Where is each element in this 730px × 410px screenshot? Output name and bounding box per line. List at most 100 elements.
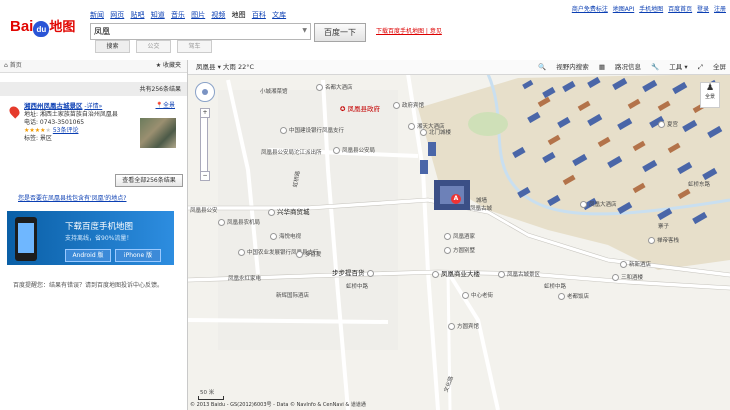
zoom-slider[interactable]: + − <box>200 108 210 181</box>
map-label[interactable]: 名都大酒店 <box>316 83 353 91</box>
map-label[interactable]: 中国建设银行凤凰支行 <box>280 126 344 134</box>
link-register[interactable]: 注册 <box>714 6 726 13</box>
map-canvas[interactable]: 凤凰县 ▾ 大雨 22°C 🔍 视野内搜索 ▦ 路况信息 🔧 工具 ▾ ⤢ 全屏… <box>188 60 730 410</box>
fullscreen-button[interactable]: ⤢ 全屏 <box>698 63 726 71</box>
search-suggestion-link[interactable]: 您是否要在凤凰县找包含有'凤凰'的地点? <box>18 193 126 202</box>
nav-tieba[interactable]: 贴吧 <box>130 11 144 19</box>
favorites-link[interactable]: ★ 收藏夹 <box>156 60 181 72</box>
map-label[interactable]: 凤凰古城 <box>470 204 492 212</box>
home-label: 首页 <box>9 62 22 69</box>
map-label-county-government[interactable]: ✪ 凤凰县政府 <box>340 103 380 113</box>
map-label-road: 虹桥中路 <box>544 284 567 290</box>
top-right-links: 商户免费标注 地图API 手机地图 百度首页 登录 注册 <box>569 4 726 13</box>
map-label[interactable]: 三和酒楼 <box>612 273 643 281</box>
nav-images[interactable]: 图片 <box>191 11 205 19</box>
map-label[interactable]: 兴华商贸城 <box>268 206 310 216</box>
map-copyright[interactable]: © 2013 Baidu - GS(2012)6003号 - Data © Na… <box>190 401 366 408</box>
map-label[interactable]: 政府宾馆 <box>393 101 424 109</box>
link-baidu-home[interactable]: 百度首页 <box>668 6 692 13</box>
pan-control[interactable] <box>195 82 215 102</box>
map-label[interactable]: 凤凰县公安局 <box>333 146 375 154</box>
zoom-in-button[interactable]: + <box>200 108 210 118</box>
map-label-road: 虹桥东路 <box>688 182 711 188</box>
nav-wenku[interactable]: 文库 <box>272 11 286 19</box>
poi-panorama-link[interactable]: 📍全景 <box>156 102 176 110</box>
banner-subtitle: 支持离线，省90%流量！ <box>65 235 133 242</box>
map-label[interactable]: 小城湘菜馆 <box>260 87 288 95</box>
map-label[interactable]: 凤凰县公安 <box>190 206 218 214</box>
map-label[interactable]: 寨子 <box>658 222 669 230</box>
map-label[interactable]: 新辉国际酒店 <box>276 291 309 299</box>
map-label[interactable]: 新新酒店 <box>620 260 651 268</box>
search-box: ▼ <box>90 23 311 40</box>
map-label[interactable]: 城墙 <box>476 196 487 204</box>
map-label[interactable]: 步步提百货 <box>332 267 376 277</box>
home-link[interactable]: ⌂ 首页 <box>4 62 22 69</box>
city-weather[interactable]: 凤凰县 ▾ 大雨 22°C <box>196 60 254 74</box>
map-label[interactable]: 老都饭店 <box>558 292 589 300</box>
view-all-results-button[interactable]: 查看全部256条结果 <box>115 174 183 187</box>
map-label[interactable]: 凤凰县农机局 <box>218 218 260 226</box>
search-in-view-label: 视野内搜索 <box>556 63 589 71</box>
poi-comments-link[interactable]: 53条评论 <box>53 127 79 134</box>
tab-search[interactable]: 搜索 <box>95 40 130 53</box>
map-label[interactable]: 凤凰永红家电 <box>228 274 261 282</box>
nav-zhidao[interactable]: 知道 <box>151 11 165 19</box>
iphone-download-button[interactable]: iPhone 版 <box>115 249 161 262</box>
map-label[interactable]: 禅帝客栈 <box>648 236 679 244</box>
zoom-out-button[interactable]: − <box>200 171 210 181</box>
map-label[interactable]: 北门城楼 <box>420 128 451 136</box>
map-label[interactable]: 夏宫 <box>658 120 678 128</box>
baidu-map-logo[interactable]: Bai du 地图 <box>10 16 90 42</box>
traffic-button[interactable]: ▦ 路况信息 <box>599 63 641 71</box>
android-download-button[interactable]: Android 版 <box>65 249 111 262</box>
favorites-label: 收藏夹 <box>162 62 181 69</box>
search-dropdown-icon[interactable]: ▼ <box>302 27 307 34</box>
panorama-label: 全景 <box>162 102 175 109</box>
product-nav: 新闻 网页 贴吧 知道 音乐 图片 视频 地图 百科 文库 <box>90 10 290 20</box>
tab-transit[interactable]: 公交 <box>136 40 171 53</box>
tab-drive[interactable]: 驾车 <box>177 40 212 53</box>
tools-label: 工具 ▾ <box>669 63 688 71</box>
search-in-view-button[interactable]: 🔍 视野内搜索 <box>538 63 589 71</box>
download-feedback-links[interactable]: 下载百度手机地图 | 意见 <box>376 26 442 35</box>
map-label[interactable]: 凤凰县公安局沱江派出所 <box>261 148 322 156</box>
map-label[interactable]: 多喜爱 <box>296 250 322 258</box>
link-login[interactable]: 登录 <box>697 6 709 13</box>
result-a-marker[interactable]: A <box>451 194 461 204</box>
map-label[interactable]: 方圆别墅 <box>444 246 475 254</box>
tools-button[interactable]: 🔧 工具 ▾ <box>651 63 688 71</box>
panorama-button[interactable]: ♟ 全景 <box>700 82 720 108</box>
logo-bai: Bai <box>10 18 34 35</box>
nav-news[interactable]: 新闻 <box>90 11 104 19</box>
nav-web[interactable]: 网页 <box>110 11 124 19</box>
scale-label: 50 米 <box>200 390 215 396</box>
mobile-app-banner[interactable]: 下载百度手机地图 支持离线，省90%流量！ Android 版 iPhone 版 <box>7 211 174 265</box>
nav-music[interactable]: 音乐 <box>171 11 185 19</box>
search-button[interactable]: 百度一下 <box>314 23 366 42</box>
nav-baike[interactable]: 百科 <box>252 11 266 19</box>
search-input[interactable] <box>91 24 297 39</box>
link-merchant-mark[interactable]: 商户免费标注 <box>572 6 608 13</box>
poi-photo[interactable] <box>140 118 176 148</box>
park-area <box>468 112 508 136</box>
map-label[interactable]: 凤凰大酒店 <box>580 200 617 208</box>
feedback-tip: 百度提醒您：结果有错误？请到百度地图投诉中心反馈。 <box>13 282 164 289</box>
poi-title[interactable]: 湘西州凤凰古城景区 <box>24 102 83 110</box>
map-label[interactable]: 凤凰古城景区 <box>498 270 540 278</box>
link-map-api[interactable]: 地图API <box>613 6 635 13</box>
map-label[interactable]: 中心老街 <box>462 291 493 299</box>
map-label[interactable]: 方圆宾馆 <box>448 322 479 330</box>
poi-details-link[interactable]: -详情» <box>84 103 102 110</box>
map-label[interactable]: 凤凰酒家 <box>444 232 475 240</box>
nav-video[interactable]: 视频 <box>211 11 225 19</box>
poi-rating-stars: ★★★★ <box>24 127 46 134</box>
phone-icon <box>15 217 37 261</box>
map-label[interactable]: 凤凰商业大楼 <box>432 268 480 278</box>
map-toolbar: 凤凰县 ▾ 大雨 22°C 🔍 视野内搜索 ▦ 路况信息 🔧 工具 ▾ ⤢ 全屏 <box>188 60 730 75</box>
map-label[interactable]: 海悦电视 <box>270 232 301 240</box>
link-mobile-map[interactable]: 手机地图 <box>639 6 663 13</box>
fullscreen-label: 全屏 <box>713 63 726 71</box>
logo-paw-icon: du <box>33 21 50 37</box>
result-marker-icon <box>7 104 22 119</box>
